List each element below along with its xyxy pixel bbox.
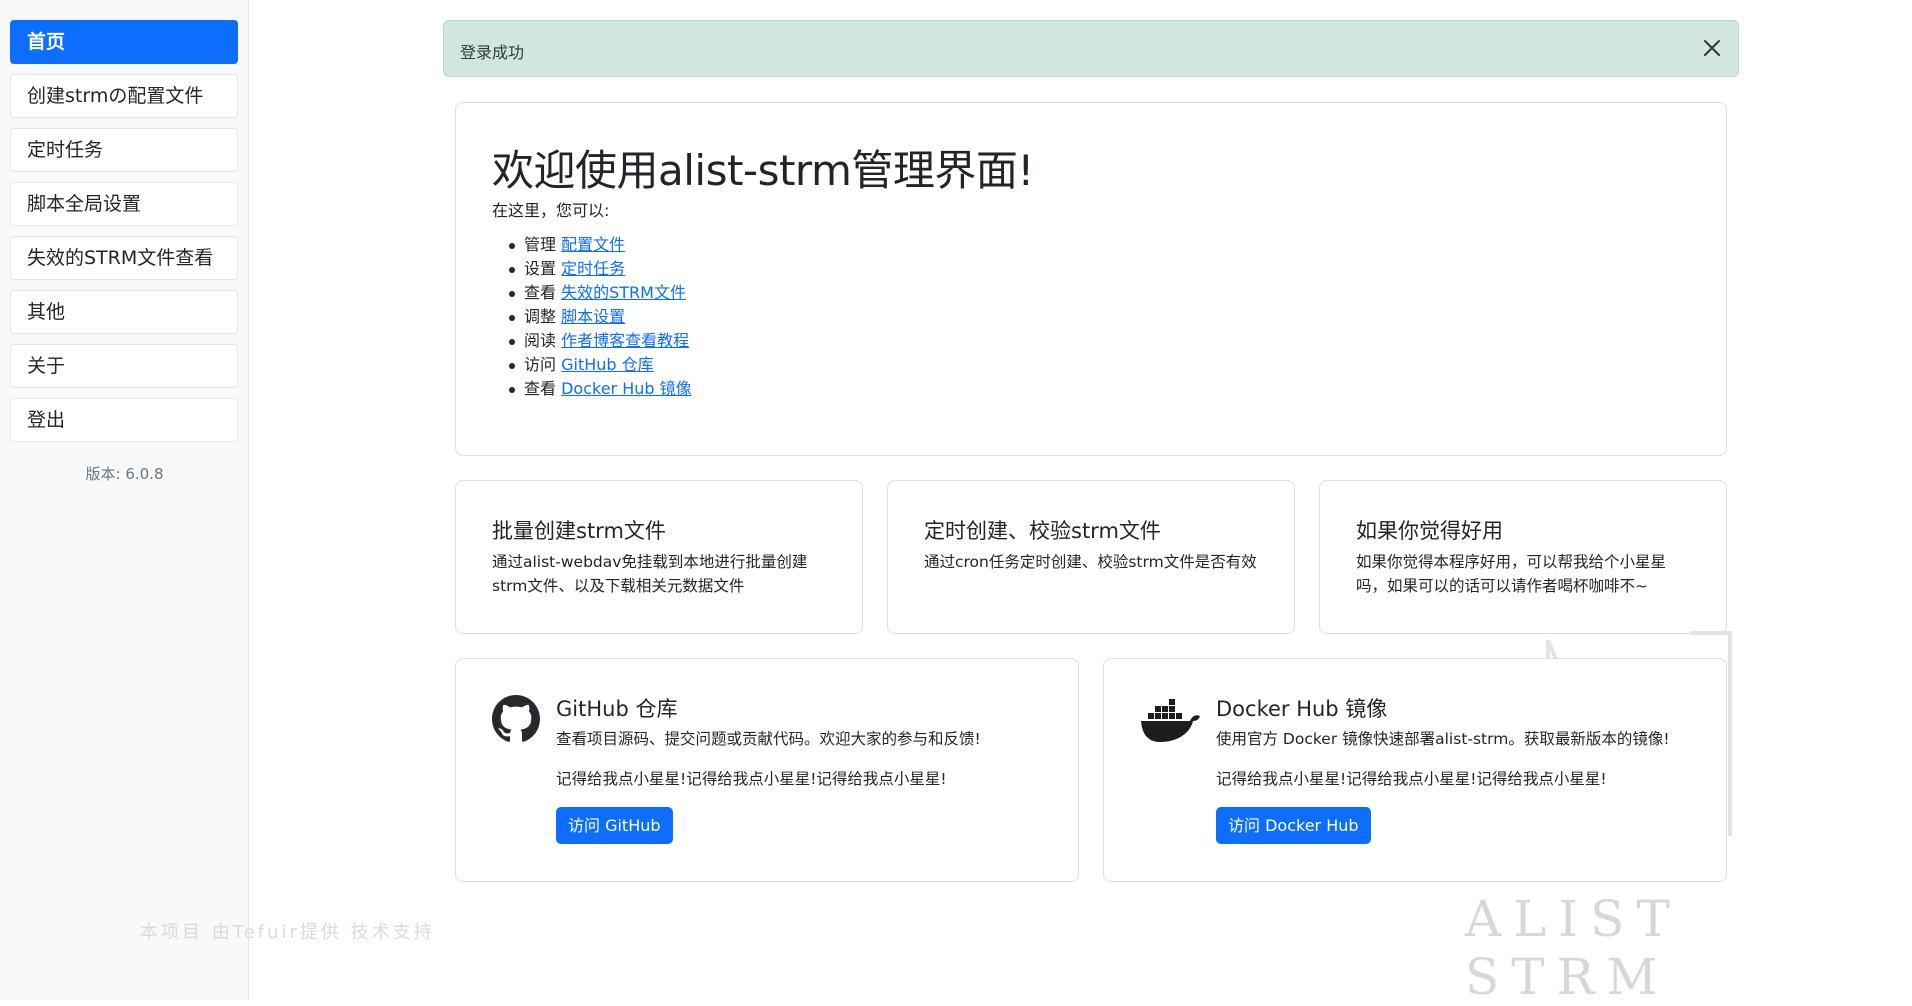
watermark-text: ALIST STRM bbox=[1465, 890, 1682, 1006]
link-config-files[interactable]: 配置文件 bbox=[561, 235, 625, 254]
docker-card: Docker Hub 镜像 使用官方 Docker 镜像快速部署alist-st… bbox=[1103, 658, 1727, 882]
link-invalid-strm[interactable]: 失效的STRM文件 bbox=[561, 283, 686, 302]
docker-card-desc: 使用官方 Docker 镜像快速部署alist-strm。获取最新版本的镜像! bbox=[1216, 730, 1670, 748]
welcome-card: 欢迎使用alist-strm管理界面! 在这里，您可以: 管理 配置文件 设置 … bbox=[455, 102, 1727, 456]
sidebar-item-logout[interactable]: 登出 bbox=[10, 398, 238, 442]
footer-credit: 本项目 由Tefuir提供 技术支持 bbox=[140, 922, 435, 943]
feature-card-title: 批量创建strm文件 bbox=[492, 519, 666, 543]
sidebar: 首页 创建strmの配置文件 定时任务 脚本全局设置 失效的STRM文件查看 其… bbox=[0, 0, 249, 1000]
feature-card-batch: 批量创建strm文件 通过alist-webdav免挂载到本地进行批量创建str… bbox=[455, 480, 863, 634]
list-item-verb: 调整 bbox=[524, 307, 557, 326]
visit-github-button[interactable]: 访问 GitHub bbox=[556, 807, 673, 844]
github-star-note: 记得给我点小星星!记得给我点小星星!记得给我点小星星! bbox=[556, 770, 947, 788]
welcome-intro: 在这里，您可以: bbox=[492, 201, 610, 220]
feature-card-title: 如果你觉得好用 bbox=[1356, 519, 1503, 543]
list-item-verb: 管理 bbox=[524, 235, 557, 254]
list-item: 查看 Docker Hub 镜像 bbox=[492, 377, 692, 401]
github-icon bbox=[492, 695, 540, 747]
version-label: 版本: 6.0.8 bbox=[85, 465, 164, 483]
link-docker-hub[interactable]: Docker Hub 镜像 bbox=[561, 379, 692, 398]
feature-card-desc: 通过alist-webdav免挂载到本地进行批量创建strm文件、以及下载相关元… bbox=[492, 553, 808, 595]
link-script-settings[interactable]: 脚本设置 bbox=[561, 307, 625, 326]
page-title: 欢迎使用alist-strm管理界面! bbox=[492, 146, 1034, 195]
feature-card-schedule: 定时创建、校验strm文件 通过cron任务定时创建、校验strm文件是否有效 bbox=[887, 480, 1295, 634]
list-item-verb: 访问 bbox=[524, 355, 557, 374]
feature-card-support: 如果你觉得好用 如果你觉得本程序好用，可以帮我给个小星星吗，如果可以的话可以请作… bbox=[1319, 480, 1727, 634]
list-item-verb: 查看 bbox=[524, 283, 557, 302]
docker-card-title: Docker Hub 镜像 bbox=[1216, 697, 1388, 721]
github-card-title: GitHub 仓库 bbox=[556, 697, 678, 721]
docker-star-note: 记得给我点小星星!记得给我点小星星!记得给我点小星星! bbox=[1216, 770, 1607, 788]
feature-card-title: 定时创建、校验strm文件 bbox=[924, 519, 1161, 543]
list-item: 管理 配置文件 bbox=[492, 233, 692, 257]
list-item-verb: 设置 bbox=[524, 259, 557, 278]
sidebar-item-create-config[interactable]: 创建strmの配置文件 bbox=[10, 74, 238, 118]
visit-docker-button[interactable]: 访问 Docker Hub bbox=[1216, 807, 1371, 844]
list-item: 调整 脚本设置 bbox=[492, 305, 692, 329]
github-card-desc: 查看项目源码、提交问题或贡献代码。欢迎大家的参与和反馈! bbox=[556, 730, 981, 748]
list-item: 查看 失效的STRM文件 bbox=[492, 281, 692, 305]
list-item: 阅读 作者博客查看教程 bbox=[492, 329, 692, 353]
docker-icon bbox=[1140, 699, 1202, 747]
sidebar-item-invalid-strm[interactable]: 失效的STRM文件查看 bbox=[10, 236, 238, 280]
success-alert: 登录成功 bbox=[443, 20, 1739, 77]
list-item: 访问 GitHub 仓库 bbox=[492, 353, 692, 377]
list-item-verb: 阅读 bbox=[524, 331, 557, 350]
github-card: GitHub 仓库 查看项目源码、提交问题或贡献代码。欢迎大家的参与和反馈! 记… bbox=[455, 658, 1079, 882]
list-item-verb: 查看 bbox=[524, 379, 557, 398]
link-scheduled-tasks[interactable]: 定时任务 bbox=[561, 259, 625, 278]
sidebar-item-other[interactable]: 其他 bbox=[10, 290, 238, 334]
feature-card-desc: 如果你觉得本程序好用，可以帮我给个小星星吗，如果可以的话可以请作者喝杯咖啡不~ bbox=[1356, 553, 1667, 595]
sidebar-item-scheduled-tasks[interactable]: 定时任务 bbox=[10, 128, 238, 172]
alert-message: 登录成功 bbox=[460, 43, 525, 62]
sidebar-item-home[interactable]: 首页 bbox=[10, 20, 238, 64]
feature-link-list: 管理 配置文件 设置 定时任务 查看 失效的STRM文件 调整 脚本设置 阅读 … bbox=[492, 233, 692, 401]
list-item: 设置 定时任务 bbox=[492, 257, 692, 281]
feature-card-desc: 通过cron任务定时创建、校验strm文件是否有效 bbox=[924, 553, 1257, 571]
close-icon[interactable] bbox=[1700, 36, 1724, 60]
link-author-blog[interactable]: 作者博客查看教程 bbox=[561, 331, 689, 350]
sidebar-item-global-settings[interactable]: 脚本全局设置 bbox=[10, 182, 238, 226]
sidebar-item-about[interactable]: 关于 bbox=[10, 344, 238, 388]
link-github-repo[interactable]: GitHub 仓库 bbox=[561, 355, 654, 374]
